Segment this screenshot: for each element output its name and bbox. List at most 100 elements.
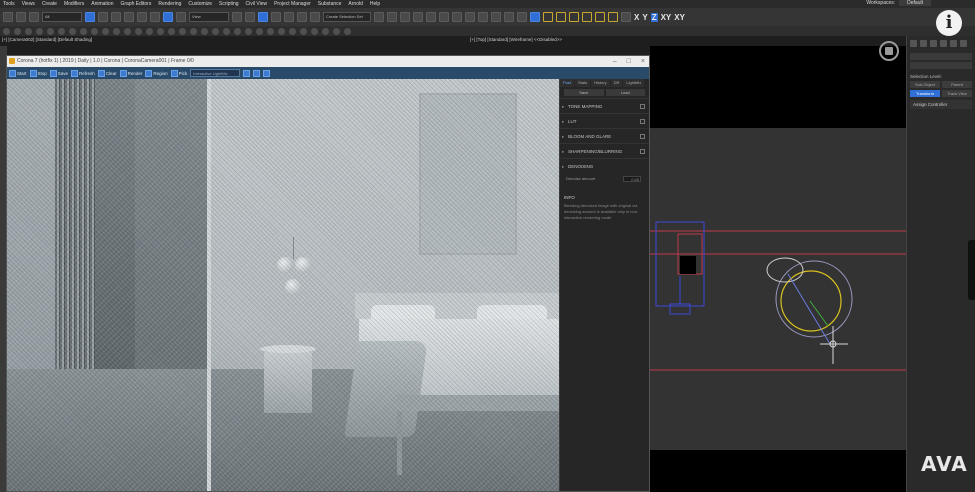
menu-item[interactable]: Scripting <box>219 1 238 7</box>
a360-icon[interactable] <box>517 12 527 22</box>
menu-item[interactable]: Views <box>22 1 35 7</box>
render-button[interactable]: Render <box>119 69 142 77</box>
tool-icon[interactable] <box>333 27 340 35</box>
zoom-fit-button[interactable] <box>263 69 271 77</box>
rect-selection-icon[interactable] <box>111 12 121 22</box>
section-tone-mapping[interactable]: TONE MAPPING <box>560 98 649 114</box>
constraint-icon[interactable] <box>569 12 579 22</box>
tool-icon[interactable] <box>234 27 241 35</box>
viewport-label-top[interactable]: [+] [Top] [Standard] [Wireframe] <<Disab… <box>470 37 562 45</box>
menu-item[interactable]: Civil View <box>246 1 268 7</box>
percent-snap-icon[interactable] <box>297 12 307 22</box>
render-preview[interactable] <box>7 79 559 491</box>
schematic-icon[interactable] <box>439 12 449 22</box>
workspace-value[interactable]: Default <box>899 0 931 6</box>
select-rotate-icon[interactable] <box>150 12 160 22</box>
tool-icon[interactable] <box>47 27 54 35</box>
window-crossing-icon[interactable] <box>124 12 134 22</box>
pick-button[interactable]: Pick <box>170 69 187 77</box>
tool-icon[interactable] <box>223 27 230 35</box>
tool-icon[interactable] <box>102 27 109 35</box>
reference-coord-select[interactable]: View <box>189 12 229 22</box>
spinner-snap-icon[interactable] <box>310 12 320 22</box>
zoom-out-button[interactable] <box>253 69 261 77</box>
constraint-icon[interactable] <box>608 12 618 22</box>
tool-icon[interactable] <box>135 27 142 35</box>
material-editor-icon[interactable] <box>452 12 462 22</box>
menu-item[interactable]: Rendering <box>158 1 181 7</box>
motion-tab-icon[interactable] <box>940 40 947 47</box>
unlink-icon[interactable] <box>16 12 26 22</box>
tool-icon[interactable] <box>300 27 307 35</box>
minimize-icon[interactable]: – <box>613 56 617 67</box>
axis-constraint-icon[interactable] <box>621 12 631 22</box>
track-view-button[interactable]: Track View <box>942 90 972 97</box>
axis-z[interactable]: Z <box>650 12 658 22</box>
section-checkbox[interactable] <box>640 104 645 109</box>
section-checkbox[interactable] <box>640 119 645 124</box>
denoise-amount-input[interactable]: 0.65 <box>623 176 641 182</box>
info-icon[interactable]: i <box>936 10 962 36</box>
section-denoising[interactable]: DENOISING <box>560 158 649 174</box>
menu-item[interactable]: Customize <box>188 1 212 7</box>
menu-item[interactable]: Animation <box>91 1 113 7</box>
assign-controller-rollout[interactable]: Assign Controller <box>910 100 972 109</box>
section-checkbox[interactable] <box>640 134 645 139</box>
angle-snap-icon[interactable] <box>284 12 294 22</box>
menu-item[interactable]: Create <box>42 1 57 7</box>
render-setup-icon[interactable] <box>465 12 475 22</box>
close-icon[interactable]: × <box>641 56 645 67</box>
tool-icon[interactable] <box>3 27 10 35</box>
region-button[interactable]: Region <box>145 69 168 77</box>
tool-icon[interactable] <box>80 27 87 35</box>
align-icon[interactable] <box>387 12 397 22</box>
tool-icon[interactable] <box>278 27 285 35</box>
tool-icon[interactable] <box>69 27 76 35</box>
tool-icon[interactable] <box>113 27 120 35</box>
refresh-button[interactable]: Refresh <box>71 69 95 77</box>
place-icon[interactable] <box>176 12 186 22</box>
menu-item[interactable]: Substance <box>318 1 342 7</box>
start-button[interactable]: Start <box>9 69 27 77</box>
sub-object-button[interactable]: Sub-Object <box>910 81 940 88</box>
section-checkbox[interactable] <box>640 149 645 154</box>
tool-icon[interactable] <box>190 27 197 35</box>
layer-icon[interactable] <box>400 12 410 22</box>
snap-icon[interactable] <box>271 12 281 22</box>
tool-icon[interactable] <box>14 27 21 35</box>
ribbon-icon[interactable] <box>413 12 423 22</box>
object-name-field[interactable] <box>910 62 972 69</box>
render-frame-icon[interactable] <box>478 12 488 22</box>
maximize-icon[interactable]: □ <box>627 56 631 67</box>
workspace-selector[interactable]: Workspaces: Default <box>866 0 931 6</box>
tool-icon[interactable] <box>58 27 65 35</box>
save-button[interactable]: Save <box>49 69 68 77</box>
select-by-name-icon[interactable] <box>98 12 108 22</box>
select-scale-icon[interactable] <box>163 12 173 22</box>
transform-icon[interactable] <box>245 12 255 22</box>
link-icon[interactable] <box>3 12 13 22</box>
section-sharpening[interactable]: SHARPENING/BLURRING <box>560 143 649 159</box>
object-name-field[interactable] <box>910 53 972 60</box>
tool-icon[interactable] <box>36 27 43 35</box>
orbit-gizmo-icon[interactable] <box>879 41 899 61</box>
tool-icon[interactable] <box>212 27 219 35</box>
section-bloom-glare[interactable]: BLOOM AND GLARE <box>560 128 649 144</box>
hierarchy-tab-icon[interactable] <box>930 40 937 47</box>
constraint-icon[interactable] <box>543 12 553 22</box>
tool-icon[interactable] <box>168 27 175 35</box>
tool-icon[interactable] <box>267 27 274 35</box>
curve-editor-icon[interactable] <box>426 12 436 22</box>
modify-tab-icon[interactable] <box>920 40 927 47</box>
render-iterative-icon[interactable] <box>504 12 514 22</box>
parent-button[interactable]: Parent <box>942 81 972 88</box>
axis-xy-2[interactable]: XY <box>674 13 685 22</box>
create-tab-icon[interactable] <box>910 40 917 47</box>
tool-icon[interactable] <box>201 27 208 35</box>
axis-x[interactable]: X <box>634 13 639 22</box>
utilities-tab-icon[interactable] <box>960 40 967 47</box>
viewport-label-camera[interactable]: [+] [Camera002] [Standard] [Default Shad… <box>2 37 92 45</box>
tab-stats[interactable]: Stats <box>575 79 591 87</box>
tool-icon[interactable] <box>179 27 186 35</box>
menu-item[interactable]: Project Manager <box>274 1 311 7</box>
